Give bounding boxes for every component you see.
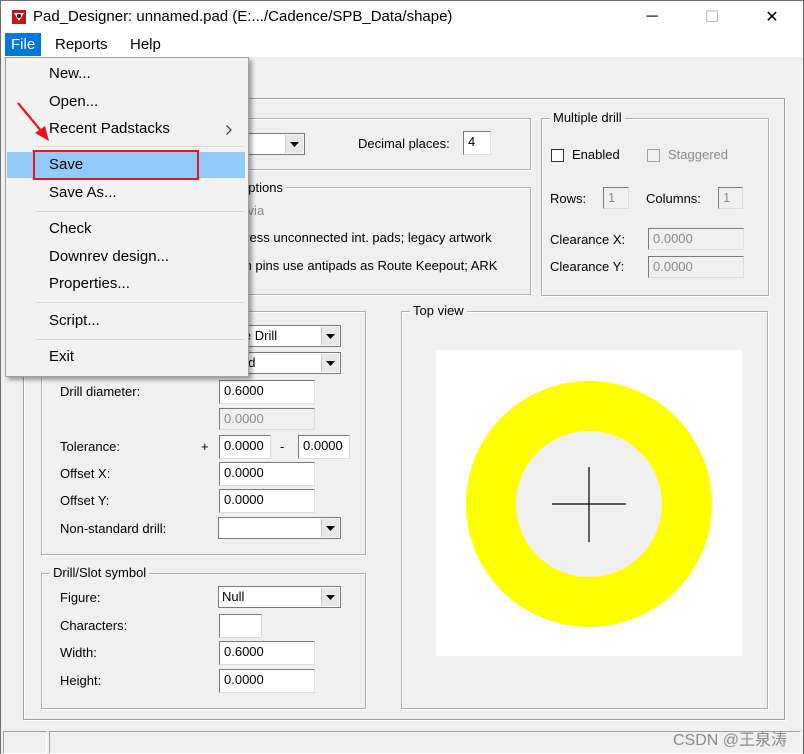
menu-item-recent-label: Recent Padstacks xyxy=(49,120,170,137)
menu-item-new[interactable]: New... xyxy=(7,61,245,87)
clearance-y-input[interactable]: 0.0000 xyxy=(648,256,744,278)
offset-x-input[interactable]: 0.0000 xyxy=(219,462,315,486)
menu-item-save-as[interactable]: Save As... xyxy=(7,180,245,206)
menu-separator xyxy=(36,146,244,147)
figure-combo[interactable]: Null xyxy=(218,586,341,608)
option-line-2[interactable]: press unconnected int. pads; legacy artw… xyxy=(238,230,492,245)
status-cell-1 xyxy=(3,731,47,754)
chevron-down-icon xyxy=(285,135,303,153)
minimize-button[interactable]: ─ xyxy=(629,1,675,33)
rows-label: Rows: xyxy=(550,191,587,206)
drill-type-combo[interactable]: le Drill xyxy=(237,325,341,347)
drill-diameter-secondary-input[interactable]: 0.0000 xyxy=(219,408,315,430)
offset-y-label: Offset Y: xyxy=(60,493,110,508)
menu-separator xyxy=(36,302,244,303)
width-input[interactable]: 0.6000 xyxy=(219,641,315,665)
tolerance-plus-sign: + xyxy=(201,439,209,454)
characters-label: Characters: xyxy=(60,618,128,633)
menu-help[interactable]: Help xyxy=(124,33,167,56)
red-arrow-icon xyxy=(17,102,49,141)
menu-file[interactable]: File xyxy=(5,33,42,56)
menu-item-properties[interactable]: Properties... xyxy=(7,271,245,297)
menu-item-script[interactable]: Script... xyxy=(7,308,245,334)
menu-separator xyxy=(36,211,244,212)
offset-x-label: Offset X: xyxy=(60,466,111,481)
plating-combo[interactable]: ed xyxy=(237,352,341,374)
clearance-x-input[interactable]: 0.0000 xyxy=(648,228,744,250)
chevron-down-icon xyxy=(321,519,339,537)
figure-value: Null xyxy=(222,589,245,604)
window-title: Pad_Designer: unnamed.pad (E:.../Cadence… xyxy=(33,8,453,25)
top-view-title: Top view xyxy=(410,303,467,318)
chevron-down-icon xyxy=(321,588,339,606)
tolerance-minus-input[interactable]: 0.0000 xyxy=(298,435,350,459)
menu-bar: File Reports Help xyxy=(1,33,803,58)
tolerance-label: Tolerance: xyxy=(60,439,120,454)
watermark: CSDN @王泉涛 xyxy=(672,732,787,749)
maximize-icon: ☐ xyxy=(704,9,720,26)
save-highlight-box xyxy=(33,150,199,180)
title-bar[interactable]: Pad_Designer: unnamed.pad (E:.../Cadence… xyxy=(1,1,803,33)
menu-item-exit[interactable]: Exit xyxy=(7,344,245,370)
top-view-canvas xyxy=(436,350,742,656)
tolerance-plus-input[interactable]: 0.0000 xyxy=(219,435,271,459)
staggered-label: Staggered xyxy=(668,147,728,162)
minimize-icon: ─ xyxy=(646,8,658,25)
height-label: Height: xyxy=(60,673,102,688)
rows-input[interactable]: 1 xyxy=(603,187,629,209)
pad-designer-window: Pad_Designer: unnamed.pad (E:.../Cadence… xyxy=(0,0,804,754)
decimal-places-input[interactable]: 4 xyxy=(463,131,491,155)
drill-diameter-input[interactable]: 0.6000 xyxy=(219,380,315,404)
width-label: Width: xyxy=(60,645,97,660)
menu-item-check[interactable]: Check xyxy=(7,216,245,242)
enabled-label: Enabled xyxy=(572,147,620,162)
columns-input[interactable]: 1 xyxy=(718,187,743,209)
chevron-right-icon xyxy=(226,125,232,135)
multiple-drill-title: Multiple drill xyxy=(550,110,625,125)
menu-reports[interactable]: Reports xyxy=(49,33,114,56)
decimal-places-label: Decimal places: xyxy=(358,136,450,151)
height-input[interactable]: 0.0000 xyxy=(219,669,315,693)
drill-diameter-label: Drill diameter: xyxy=(60,384,141,399)
characters-input[interactable] xyxy=(219,614,262,638)
menu-separator xyxy=(36,339,244,340)
close-icon: ✕ xyxy=(765,9,779,26)
tolerance-minus-sign: - xyxy=(280,439,285,454)
clearance-x-label: Clearance X: xyxy=(550,232,626,247)
close-button[interactable]: ✕ xyxy=(749,1,795,33)
offset-y-input[interactable]: 0.0000 xyxy=(219,489,315,513)
clearance-y-label: Clearance Y: xyxy=(550,259,625,274)
columns-label: Columns: xyxy=(646,191,701,206)
staggered-checkbox[interactable] xyxy=(647,149,660,162)
figure-label: Figure: xyxy=(60,590,101,605)
non-standard-drill-label: Non-standard drill: xyxy=(60,521,167,536)
non-standard-drill-combo[interactable] xyxy=(218,517,341,539)
option-line-3[interactable]: ch pins use antipads as Route Keepout; A… xyxy=(238,258,497,273)
maximize-button[interactable]: ☐ xyxy=(689,1,735,33)
drill-symbol-title: Drill/Slot symbol xyxy=(50,565,150,580)
app-icon xyxy=(12,10,26,24)
menu-item-downrev[interactable]: Downrev design... xyxy=(7,244,245,270)
chevron-down-icon xyxy=(321,327,339,345)
chevron-down-icon xyxy=(321,354,339,372)
enabled-checkbox[interactable] xyxy=(551,149,564,162)
